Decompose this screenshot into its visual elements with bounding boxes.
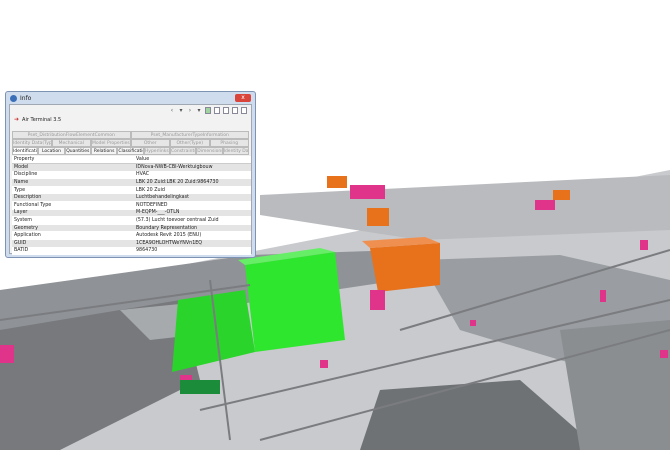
close-button[interactable]: x bbox=[235, 94, 251, 102]
cell-property: Discipline bbox=[12, 171, 134, 180]
tab-phasing[interactable]: Phasing bbox=[209, 139, 249, 147]
cell-property: Geometry bbox=[12, 224, 134, 233]
cell-value: (57.3) Lucht toevoer centraal Zuid bbox=[134, 216, 251, 225]
property-tabs: Pset_DistributionFlowElementCommon Pset_… bbox=[12, 131, 249, 155]
cell-value: NOTDEFINED bbox=[134, 201, 251, 210]
cell-value: Autodesk Revit 2015 (ENU) bbox=[134, 231, 251, 241]
cell-value: LBK 20 Zuid bbox=[134, 186, 251, 195]
tab-quantities[interactable]: Quantities bbox=[64, 147, 91, 155]
property-table: Property Value Model IDNova-NWB-CBI-Werktu… bbox=[12, 156, 251, 256]
cell-property: Model bbox=[12, 163, 134, 172]
back-button[interactable]: ‹ bbox=[169, 107, 175, 114]
tab-other-type[interactable]: Other(Type) bbox=[170, 139, 210, 147]
select-icon[interactable] bbox=[205, 107, 211, 114]
tab-location[interactable]: Location bbox=[38, 147, 65, 155]
cell-value: 9864730 bbox=[134, 247, 251, 256]
cell-property: Type bbox=[12, 186, 134, 195]
info-panel: Info x ‹ ▾ › ▾ ➜ Air Terminal 3.5 Pset_Di… bbox=[5, 91, 256, 258]
back-dropdown[interactable]: ▾ bbox=[178, 107, 184, 114]
tab-identification[interactable]: Identification bbox=[12, 147, 39, 155]
cell-value: Boundary Representation bbox=[134, 224, 251, 233]
tab-model-properties-type[interactable]: Model Properties(Type) bbox=[91, 139, 131, 147]
header-property[interactable]: Property bbox=[12, 156, 134, 165]
cell-value: 1CEA9OHLOHTWeYNVn1EQ bbox=[134, 239, 251, 248]
table-row[interactable]: System (57.3) Lucht toevoer centraal Zuid bbox=[12, 216, 251, 225]
cell-property: GUID bbox=[12, 239, 134, 248]
cell-property: Layer bbox=[12, 209, 134, 218]
window-title: Info bbox=[20, 94, 32, 102]
cell-property: Name bbox=[12, 178, 134, 187]
table-row[interactable]: GUID 1CEA9OHLOHTWeYNVn1EQ bbox=[12, 239, 251, 248]
tab-classification[interactable]: Classification bbox=[117, 147, 144, 155]
cell-property: BATID bbox=[12, 247, 134, 256]
table-row[interactable]: Name LBK 20 Zuid:LBK 20 Zuid:9864730 bbox=[12, 178, 251, 187]
tab-relations[interactable]: Relations bbox=[90, 147, 118, 155]
title-bar: Info bbox=[6, 92, 255, 104]
info-icon bbox=[10, 94, 17, 102]
cell-value: Luchtbehandelingkast bbox=[134, 193, 251, 203]
cell-value: IDNova-NWB-CBI-Werktuigbouw bbox=[134, 163, 251, 172]
table-row[interactable]: Application Autodesk Revit 2015 (ENU) bbox=[12, 231, 251, 241]
cell-value: LBK 20 Zuid:LBK 20 Zuid:9864730 bbox=[134, 178, 251, 187]
selected-object: ➜ Air Terminal 3.5 bbox=[14, 116, 61, 123]
forward-button[interactable]: › bbox=[187, 107, 193, 114]
header-value[interactable]: Value bbox=[134, 156, 251, 165]
object-name: Air Terminal 3.5 bbox=[22, 116, 62, 123]
tab-identity-data[interactable]: Identity Data bbox=[222, 147, 249, 155]
tab-mechanical[interactable]: Mechanical bbox=[51, 139, 91, 147]
cell-property: Description bbox=[12, 193, 134, 203]
cell-value: HVAC bbox=[134, 171, 251, 180]
navigation-toolbar: ‹ ▾ › ▾ bbox=[169, 107, 247, 114]
table-row[interactable]: Description Luchtbehandelingkast bbox=[12, 193, 251, 203]
cell-property: Application bbox=[12, 231, 134, 241]
tab-constraints[interactable]: Constraints bbox=[169, 147, 197, 155]
table-row[interactable]: Geometry Boundary Representation bbox=[12, 224, 251, 233]
tab-other[interactable]: Other bbox=[130, 139, 170, 147]
table-row[interactable]: Discipline HVAC bbox=[12, 171, 251, 180]
options-icon[interactable] bbox=[241, 107, 247, 114]
tab-dimensions[interactable]: Dimensions bbox=[196, 147, 223, 155]
forward-dropdown[interactable]: ▾ bbox=[196, 107, 202, 114]
cell-property: System bbox=[12, 216, 134, 225]
table-row[interactable]: Functional Type NOTDEFINED bbox=[12, 201, 251, 210]
tab-hyperlinks[interactable]: Hyperlinks bbox=[143, 147, 170, 155]
tab-pset-manufacturer[interactable]: Pset_ManufacturerTypeInformation bbox=[130, 131, 249, 139]
table-header: Property Value bbox=[12, 156, 251, 165]
expand-icon[interactable] bbox=[214, 107, 220, 114]
table-row[interactable]: Layer M-EQPM-___-OTLN bbox=[12, 209, 251, 218]
table-row[interactable]: Model IDNova-NWB-CBI-Werktuigbouw bbox=[12, 163, 251, 172]
list-icon[interactable] bbox=[232, 107, 238, 114]
tab-pset-distribution[interactable]: Pset_DistributionFlowElementCommon bbox=[12, 131, 131, 139]
air-terminal-icon: ➜ bbox=[14, 116, 20, 123]
tab-identity-data-type[interactable]: Identity Data(Type) bbox=[12, 139, 52, 147]
collapse-icon[interactable] bbox=[223, 107, 229, 114]
cell-value: M-EQPM-___-OTLN bbox=[134, 209, 251, 218]
table-row[interactable]: Type LBK 20 Zuid bbox=[12, 186, 251, 195]
cell-property: Functional Type bbox=[12, 201, 134, 210]
table-row[interactable]: BATID 9864730 bbox=[12, 247, 251, 256]
